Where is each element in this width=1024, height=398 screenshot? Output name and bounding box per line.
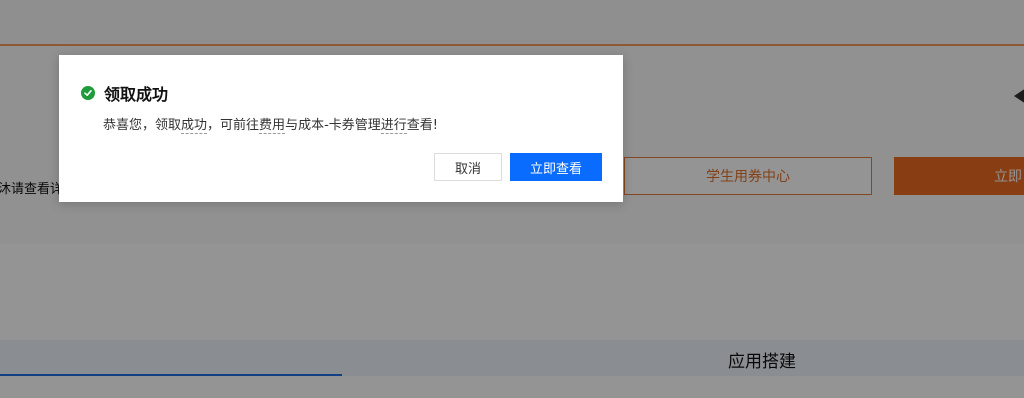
message-term-proceed: 进行	[380, 118, 407, 134]
dialog-message: 恭喜您，领取成功，可前往费用与成本-卡券管理进行查看!	[103, 114, 438, 134]
message-text: 查看!	[406, 118, 438, 133]
message-text: ，可前往	[207, 118, 260, 133]
message-term-success: 成功	[181, 118, 208, 134]
check-circle-icon	[81, 86, 95, 100]
message-term-fee: 费用	[259, 118, 286, 134]
view-now-button[interactable]: 立即查看	[510, 153, 602, 181]
message-text: 恭喜您，领取	[103, 118, 182, 133]
cancel-button[interactable]: 取消	[434, 153, 502, 181]
dialog-title: 领取成功	[104, 85, 169, 104]
message-text: 与成本-卡券管理	[285, 118, 381, 133]
success-dialog: 领取成功 恭喜您，领取成功，可前往费用与成本-卡券管理进行查看! 取消 立即查看	[59, 55, 623, 202]
dialog-header: 领取成功	[81, 81, 168, 105]
